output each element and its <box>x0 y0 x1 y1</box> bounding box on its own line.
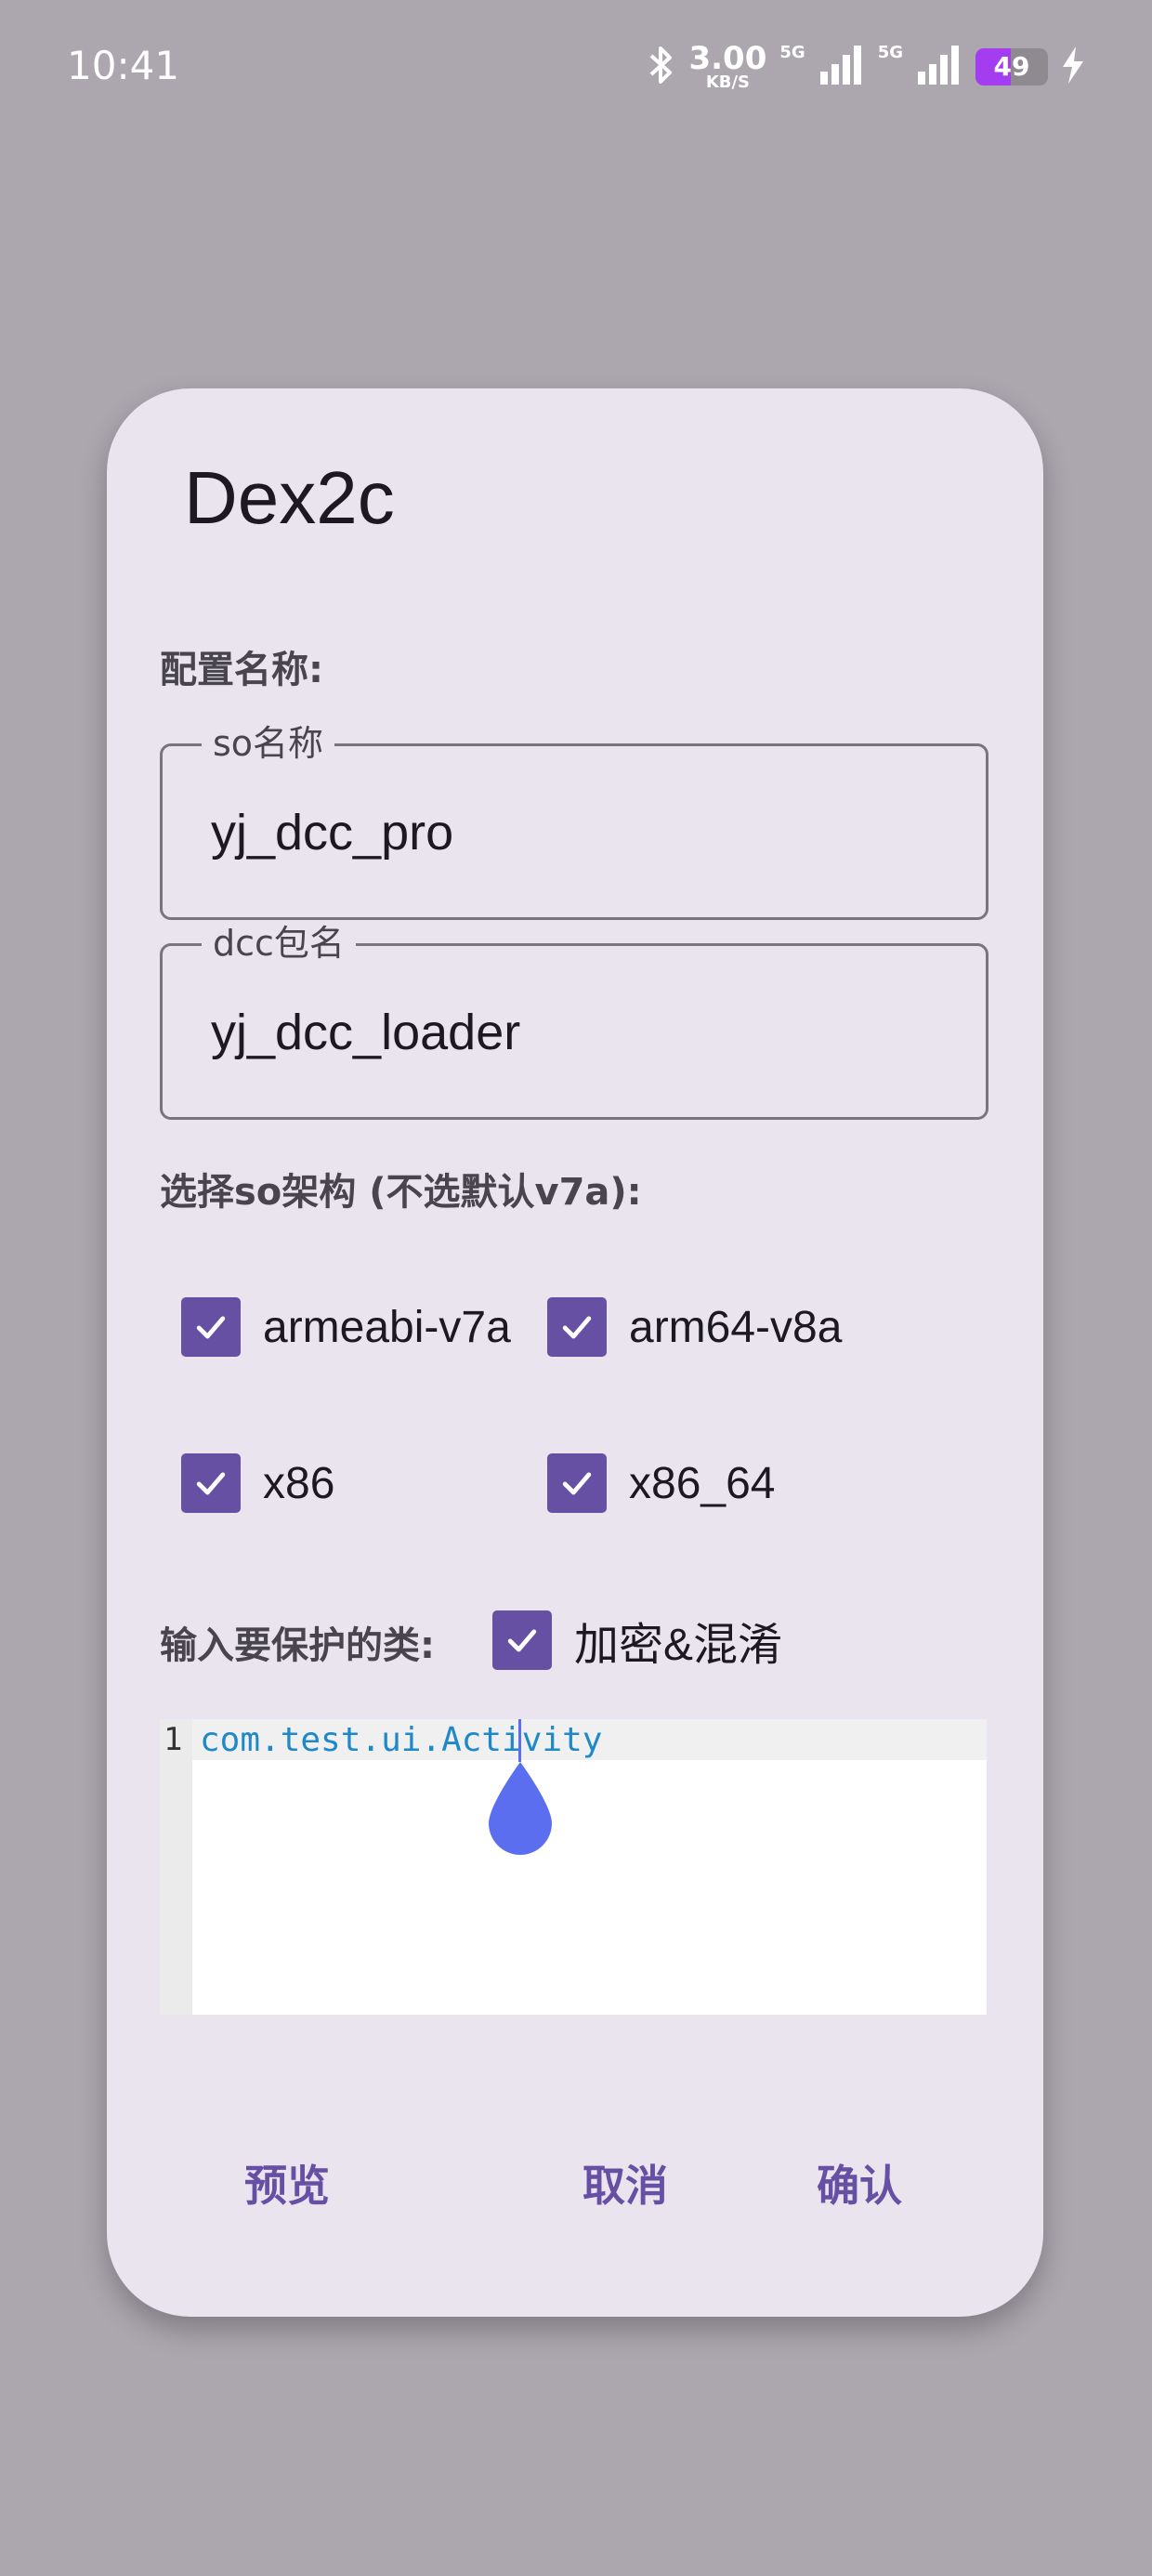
preview-button[interactable]: 预览 <box>244 2152 330 2214</box>
line-number-gutter <box>160 1719 192 2015</box>
network-speed: 3.00 KB/S <box>688 43 766 91</box>
network-type-1: 5G <box>779 43 805 62</box>
checkbox-checked-icon[interactable] <box>492 1610 552 1670</box>
charging-icon <box>1061 46 1085 87</box>
arch-option-label: x86_64 <box>629 1458 776 1508</box>
network-type-2: 5G <box>877 43 903 62</box>
checkbox-checked-icon[interactable] <box>547 1453 607 1513</box>
status-time: 10:41 <box>67 43 180 88</box>
encrypt-obfuscate-label: 加密&混淆 <box>574 1621 783 1670</box>
battery-icon: 49 <box>975 48 1048 85</box>
dialog-title: Dex2c <box>184 456 395 539</box>
dex2c-dialog: Dex2c 配置名称: so名称 yj_dcc_pro dcc包名 yj_dcc… <box>107 388 1043 2317</box>
arch-option-x86[interactable]: x86 <box>181 1453 334 1513</box>
config-name-label: 配置名称: <box>160 649 323 691</box>
checkbox-checked-icon[interactable] <box>181 1453 241 1513</box>
cancel-button[interactable]: 取消 <box>583 2152 668 2214</box>
status-icons: 3.00 KB/S 5G 5G 49 <box>648 39 1085 95</box>
dcc-package-field[interactable]: dcc包名 yj_dcc_loader <box>160 920 988 1120</box>
arch-option-label: armeabi-v7a <box>263 1302 511 1352</box>
confirm-button[interactable]: 确认 <box>817 2152 902 2214</box>
so-name-field[interactable]: so名称 yj_dcc_pro <box>160 720 988 920</box>
dcc-package-field-label: dcc包名 <box>202 920 356 966</box>
text-cursor <box>518 1719 521 1762</box>
cursor-drag-handle-icon[interactable] <box>485 1760 556 1857</box>
signal-icon <box>818 46 865 88</box>
so-name-field-label: so名称 <box>202 720 335 767</box>
encrypt-obfuscate-option[interactable]: 加密&混淆 <box>492 1608 782 1673</box>
arch-option-x86-64[interactable]: x86_64 <box>547 1453 775 1513</box>
arch-option-label: x86 <box>263 1458 335 1508</box>
signal-icon <box>916 46 962 88</box>
line-number: 1 <box>164 1721 183 1758</box>
code-line[interactable]: com.test.ui.Activity <box>200 1721 602 1759</box>
network-speed-unit: KB/S <box>705 72 751 92</box>
bluetooth-icon <box>648 45 675 89</box>
battery-level-text: 49 <box>993 51 1030 82</box>
checkbox-checked-icon[interactable] <box>547 1297 607 1357</box>
so-name-input[interactable]: yj_dcc_pro <box>211 804 453 861</box>
code-editor[interactable]: 1 com.test.ui.Activity <box>160 1719 987 2015</box>
dcc-package-input[interactable]: yj_dcc_loader <box>211 1004 520 1061</box>
arch-option-arm64-v8a[interactable]: arm64-v8a <box>547 1297 842 1357</box>
protect-classes-label: 输入要保护的类: <box>160 1624 435 1667</box>
network-speed-value: 3.00 <box>688 40 767 77</box>
checkbox-checked-icon[interactable] <box>181 1297 241 1357</box>
arch-select-label: 选择so架构 (不选默认v7a): <box>160 1171 642 1214</box>
status-bar: 10:41 3.00 KB/S 5G 5G 49 <box>0 0 1152 139</box>
arch-option-armeabi-v7a[interactable]: armeabi-v7a <box>181 1297 511 1357</box>
arch-option-label: arm64-v8a <box>629 1302 843 1352</box>
